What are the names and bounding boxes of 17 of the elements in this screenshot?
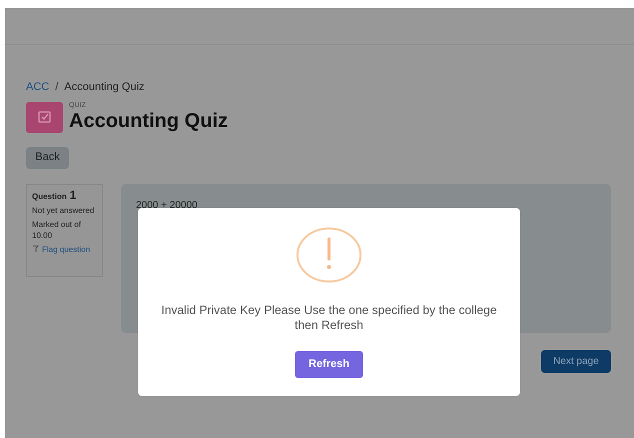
page-title: Accounting Quiz (69, 110, 228, 132)
flag-icon (32, 245, 39, 253)
dialog-message: Invalid Private Key Please Use the one specified by the college then Refresh (160, 303, 498, 333)
back-button[interactable]: Back (26, 146, 69, 168)
question-label: Question (32, 190, 67, 202)
quiz-icon (26, 102, 63, 132)
question-number: 1 (70, 190, 76, 200)
next-page-button[interactable]: Next page (541, 350, 611, 372)
breadcrumb-link[interactable]: ACC (26, 79, 50, 96)
flag-question-link[interactable]: Flag question (42, 244, 90, 254)
breadcrumb-separator: / (55, 80, 58, 95)
refresh-button[interactable]: Refresh (295, 351, 363, 378)
breadcrumb-item: Accounting Quiz (64, 80, 144, 95)
question-marks: Marked out of 10.00 (32, 218, 82, 240)
question-text: 2000 + 20000 (136, 200, 198, 210)
warning-icon (296, 227, 362, 283)
question-status: Not yet answered (32, 204, 96, 216)
